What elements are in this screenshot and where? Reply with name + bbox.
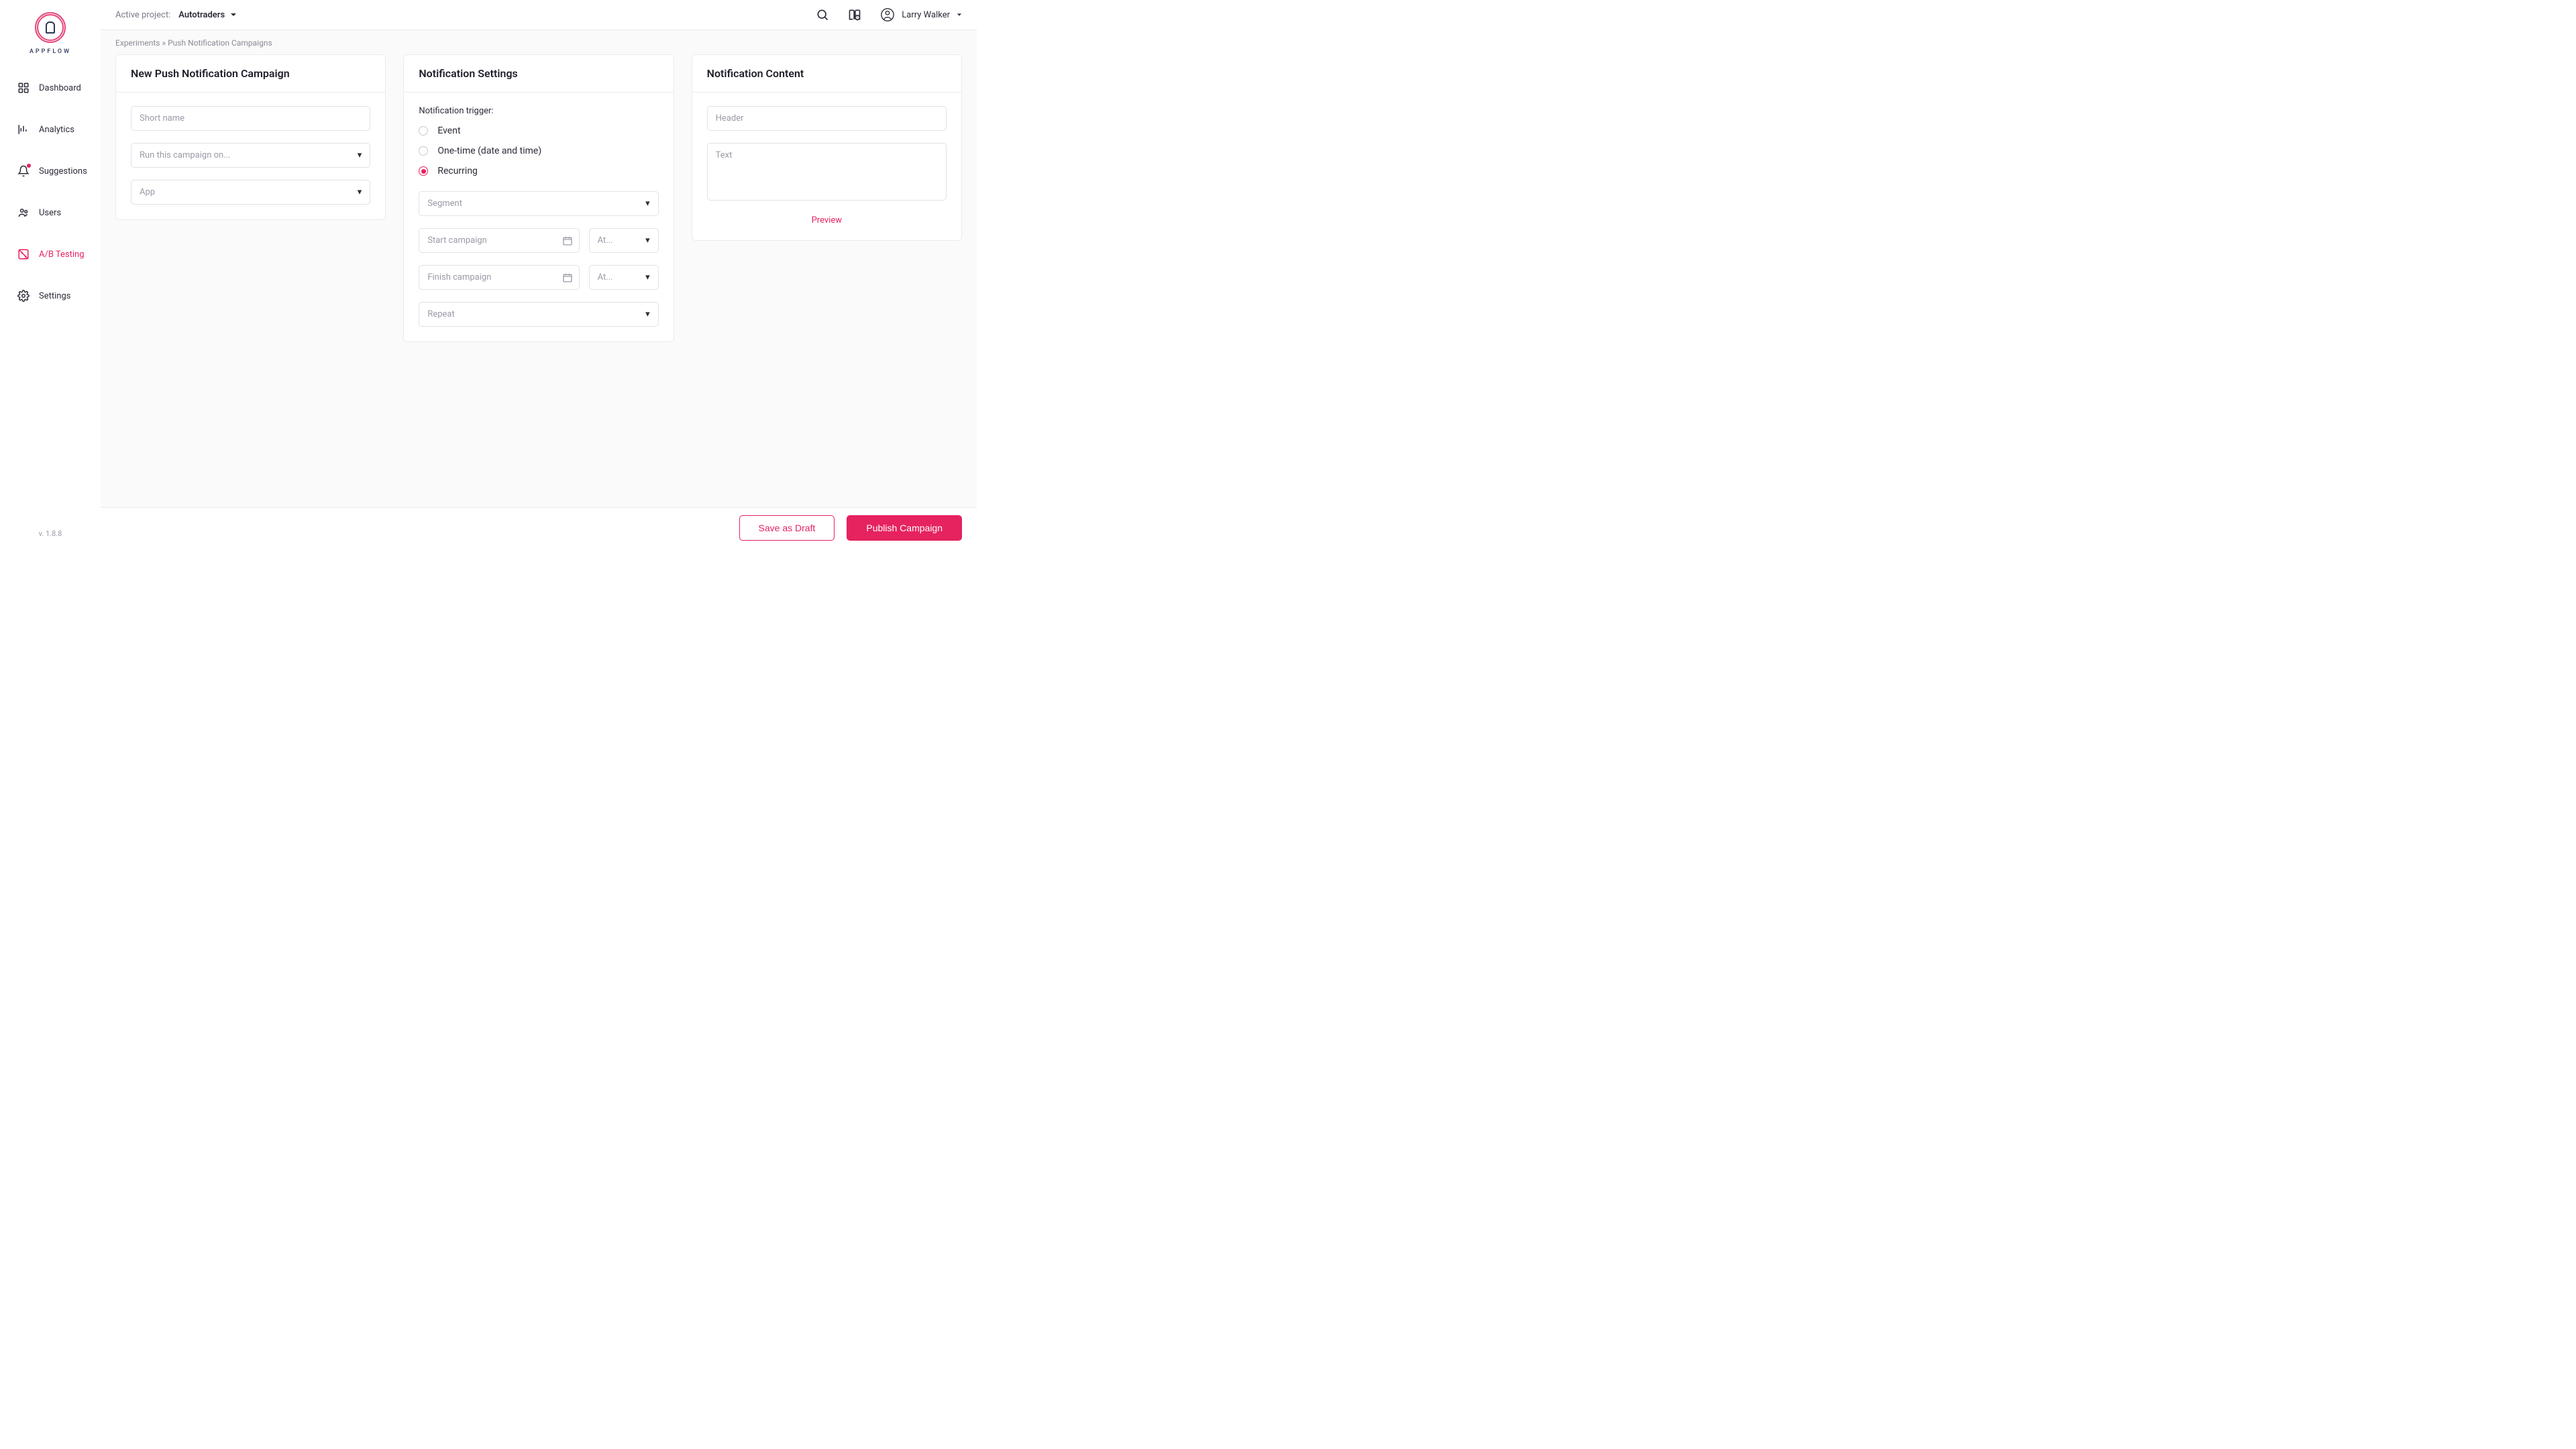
select-placeholder: Run this campaign on... bbox=[140, 150, 230, 160]
short-name-input[interactable] bbox=[131, 106, 370, 131]
caret-down-icon: ▾ bbox=[358, 187, 362, 197]
sidebar-item-label: Users bbox=[39, 208, 61, 218]
card-title: Notification Content bbox=[707, 67, 947, 80]
chart-icon bbox=[17, 123, 30, 136]
search-button[interactable] bbox=[816, 8, 829, 21]
sidebar-item-dashboard[interactable]: Dashboard bbox=[0, 75, 101, 101]
calendar-icon[interactable] bbox=[562, 272, 573, 283]
text-input[interactable] bbox=[707, 143, 947, 201]
card-new-campaign: New Push Notification Campaign Run this … bbox=[115, 54, 386, 220]
card-notification-content: Notification Content Preview bbox=[692, 54, 962, 241]
breadcrumb-sep: » bbox=[162, 38, 166, 48]
chevron-down-icon bbox=[957, 12, 962, 17]
caret-down-icon: ▾ bbox=[358, 150, 362, 160]
sidebar-item-label: A/B Testing bbox=[39, 250, 85, 260]
radio-icon bbox=[419, 126, 428, 136]
search-icon bbox=[816, 8, 829, 21]
sidebar-item-analytics[interactable]: Analytics bbox=[0, 117, 101, 142]
calendar-icon[interactable] bbox=[562, 235, 573, 246]
radio-icon bbox=[419, 146, 428, 156]
sidebar-item-settings[interactable]: Settings bbox=[0, 283, 101, 309]
project-name: Autotraders bbox=[178, 10, 225, 20]
sidebar-item-label: Suggestions bbox=[39, 166, 87, 176]
caret-down-icon: ▾ bbox=[645, 309, 650, 319]
start-date-input[interactable] bbox=[419, 228, 579, 253]
segment-select[interactable]: Segment ▾ bbox=[419, 191, 658, 216]
radio-label: Recurring bbox=[437, 166, 478, 176]
select-placeholder: App bbox=[140, 187, 155, 197]
book-icon: ? bbox=[848, 8, 861, 21]
app-select[interactable]: App ▾ bbox=[131, 180, 370, 205]
topbar: Active project: Autotraders ? Larry Walk… bbox=[101, 0, 977, 30]
version-label: v. 1.8.8 bbox=[39, 529, 62, 547]
sidebar-item-users[interactable]: Users bbox=[0, 200, 101, 225]
select-placeholder: At... bbox=[598, 272, 613, 282]
svg-text:B: B bbox=[25, 256, 27, 260]
breadcrumb-current: Push Notification Campaigns bbox=[168, 38, 272, 48]
trigger-radio-event[interactable]: Event bbox=[419, 125, 658, 136]
card-title: Notification Settings bbox=[419, 67, 658, 80]
docs-button[interactable]: ? bbox=[848, 8, 861, 21]
user-name: Larry Walker bbox=[902, 10, 950, 20]
footer-bar: Save as Draft Publish Campaign bbox=[101, 507, 977, 547]
card-title: New Push Notification Campaign bbox=[131, 67, 370, 80]
repeat-select[interactable]: Repeat ▾ bbox=[419, 302, 658, 327]
caret-down-icon: ▾ bbox=[645, 199, 650, 209]
breadcrumb-root[interactable]: Experiments bbox=[115, 38, 160, 48]
finish-date-input[interactable] bbox=[419, 265, 579, 290]
caret-down-icon: ▾ bbox=[645, 235, 650, 246]
save-draft-button[interactable]: Save as Draft bbox=[739, 515, 835, 541]
select-placeholder: Repeat bbox=[427, 309, 454, 319]
radio-icon bbox=[419, 166, 428, 176]
select-placeholder: At... bbox=[598, 235, 613, 246]
sidebar-item-ab-testing[interactable]: AB A/B Testing bbox=[0, 241, 101, 267]
user-menu[interactable]: Larry Walker bbox=[880, 7, 962, 22]
radio-label: Event bbox=[437, 125, 460, 136]
sidebar-item-label: Analytics bbox=[39, 125, 74, 135]
gear-icon bbox=[17, 290, 30, 302]
sidebar-item-suggestions[interactable]: Suggestions bbox=[0, 158, 101, 184]
nav: Dashboard Analytics Suggestions Users AB… bbox=[0, 75, 101, 325]
header-input[interactable] bbox=[707, 106, 947, 131]
preview-link[interactable]: Preview bbox=[707, 215, 947, 225]
card-notification-settings: Notification Settings Notification trigg… bbox=[403, 54, 674, 342]
svg-text:A: A bbox=[21, 252, 23, 256]
project-label: Active project: bbox=[115, 10, 170, 20]
content: Experiments » Push Notification Campaign… bbox=[101, 30, 977, 507]
radio-label: One-time (date and time) bbox=[437, 146, 541, 156]
project-switcher[interactable]: Autotraders bbox=[178, 10, 237, 20]
publish-button[interactable]: Publish Campaign bbox=[847, 515, 962, 541]
finish-time-select[interactable]: At... ▾ bbox=[589, 265, 659, 290]
sidebar-item-label: Settings bbox=[39, 291, 70, 301]
users-icon bbox=[17, 207, 30, 219]
sidebar-item-label: Dashboard bbox=[39, 83, 81, 93]
brand-text: APPFLOW bbox=[30, 48, 71, 55]
notification-dot bbox=[27, 164, 31, 168]
select-placeholder: Segment bbox=[427, 199, 462, 209]
breadcrumb: Experiments » Push Notification Campaign… bbox=[115, 38, 962, 48]
ab-icon: AB bbox=[17, 248, 30, 260]
trigger-label: Notification trigger: bbox=[419, 106, 658, 116]
main: Active project: Autotraders ? Larry Walk… bbox=[101, 0, 977, 547]
chevron-down-icon bbox=[230, 11, 237, 18]
logo bbox=[35, 12, 66, 43]
run-on-select[interactable]: Run this campaign on... ▾ bbox=[131, 143, 370, 168]
grid-icon bbox=[17, 82, 30, 94]
start-time-select[interactable]: At... ▾ bbox=[589, 228, 659, 253]
caret-down-icon: ▾ bbox=[645, 272, 650, 282]
avatar-icon bbox=[880, 7, 895, 22]
trigger-radio-recurring[interactable]: Recurring bbox=[419, 166, 658, 176]
sidebar: APPFLOW Dashboard Analytics Suggestions … bbox=[0, 0, 101, 547]
trigger-radio-onetime[interactable]: One-time (date and time) bbox=[419, 146, 658, 156]
